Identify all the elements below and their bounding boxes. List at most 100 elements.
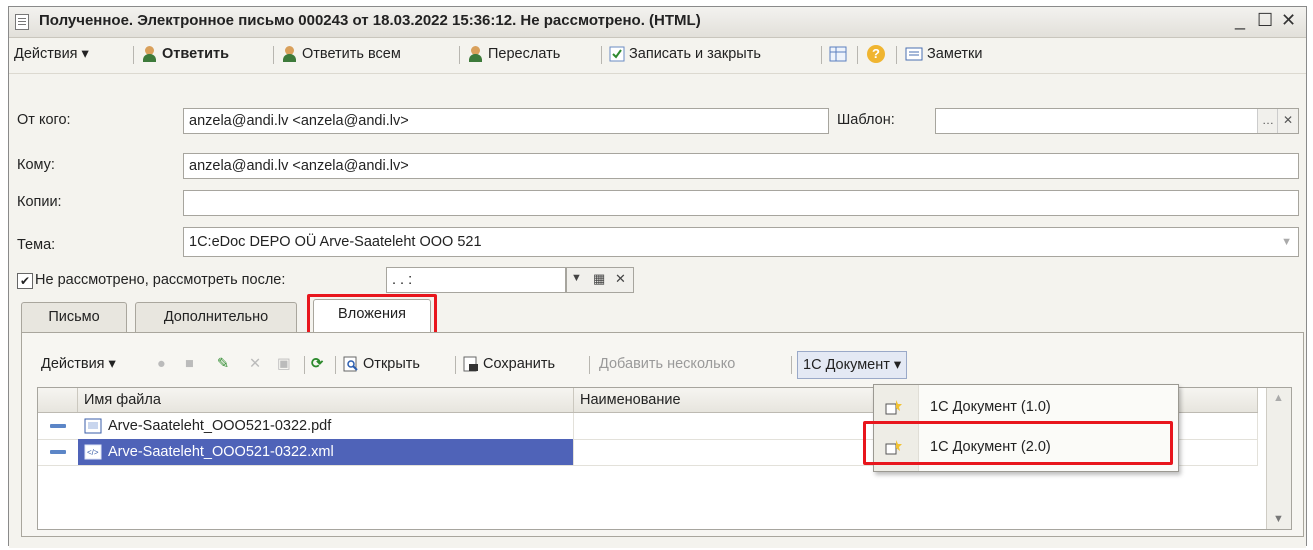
filename-cell-selected: </> Arve-Saateleht_OOO521-0322.xml (78, 439, 574, 465)
subject-value: 1C:eDoc DEPO OÜ Arve-Saateleht OOO 521 (189, 234, 482, 250)
attachments-actions-button[interactable]: Действия ▾ (41, 353, 116, 375)
filename-text: Arve-Saateleht_OOO521-0322.xml (108, 444, 334, 460)
calendar-icon[interactable]: ▦ (593, 271, 605, 287)
window-title: Полученное. Электронное письмо 000243 от… (39, 12, 701, 29)
edit-icon[interactable]: ✎ (217, 353, 229, 375)
template-select-button[interactable]: … (1257, 109, 1278, 133)
tab-additional[interactable]: Дополнительно (135, 302, 297, 332)
maximize-button[interactable]: ☐ (1257, 10, 1273, 31)
reply-button[interactable]: Ответить (141, 43, 229, 65)
toolbar-separator (589, 356, 590, 374)
forward-button[interactable]: Переслать (467, 43, 560, 65)
refresh-icon[interactable]: ⟳ (311, 353, 323, 375)
delete-icon[interactable]: ✕ (249, 353, 261, 375)
menu-item-label: 1С Документ (2.0) (930, 439, 1051, 455)
help-icon: ? (867, 45, 885, 64)
row-marker-icon (50, 424, 66, 428)
copy-icon[interactable]: ■ (185, 353, 194, 375)
xml-file-icon: </> (84, 444, 102, 460)
help-button[interactable]: ? (867, 43, 885, 65)
menu-item-label: 1С Документ (1.0) (930, 399, 1051, 415)
to-label: Кому: (17, 157, 55, 173)
subject-label: Тема: (17, 237, 56, 253)
open-label: Открыть (363, 356, 420, 372)
scroll-up-icon[interactable]: ▲ (1273, 392, 1284, 404)
row-marker-icon (50, 450, 66, 454)
main-toolbar: Действия ▾ Ответить Ответить всем Пересл… (9, 39, 1306, 69)
save-close-label: Записать и закрыть (629, 46, 761, 62)
attachments-toolbar: Действия ▾ ● ■ ✎ ✕ ▣ ⟳ Открыть Сохранить… (9, 349, 1109, 379)
from-field[interactable]: anzela@andi.lv <anzela@andi.lv> (183, 108, 829, 134)
open-button[interactable]: Открыть (343, 353, 420, 375)
toolbar-separator (857, 46, 858, 64)
actions-menu-button[interactable]: Действия ▾ (14, 43, 89, 65)
table-icon (829, 46, 847, 62)
subject-field[interactable]: 1C:eDoc DEPO OÜ Arve-Saateleht OOO 521 ▼ (183, 227, 1299, 257)
template-clear-button[interactable]: ✕ (1277, 109, 1298, 133)
notes-icon (905, 47, 923, 61)
save-close-button[interactable]: Записать и закрыть (609, 43, 761, 65)
save-label: Сохранить (483, 356, 556, 372)
open-icon (343, 356, 358, 372)
menu-item-doc-1c-v2[interactable]: 1С Документ (2.0) (874, 427, 1178, 467)
tab-attachments[interactable]: Вложения (313, 299, 431, 333)
table-view-button[interactable] (829, 43, 847, 65)
toolbar-separator (459, 46, 460, 64)
minimize-button[interactable]: _ (1235, 10, 1245, 31)
cc-label: Копии: (17, 194, 62, 210)
toolbar-separator (273, 46, 274, 64)
scroll-down-icon[interactable]: ▼ (1273, 513, 1284, 525)
add-icon[interactable]: ● (157, 353, 166, 375)
close-button[interactable]: ✕ (1281, 10, 1296, 31)
reply-label: Ответить (162, 46, 230, 62)
review-clear-icon[interactable]: ✕ (615, 271, 626, 287)
email-window: Полученное. Электронное письмо 000243 от… (8, 6, 1307, 548)
template-label: Шаблон: (837, 112, 895, 128)
toolbar-separator (791, 356, 792, 374)
notes-label: Заметки (927, 46, 983, 62)
review-dropdown-icon[interactable]: ▼ (571, 272, 582, 284)
tab-letter[interactable]: Письмо (21, 302, 127, 332)
menu-item-doc-1c-v1[interactable]: 1С Документ (1.0) (874, 387, 1178, 427)
reply-icon (141, 45, 159, 63)
title-bar: Полученное. Электронное письмо 000243 от… (9, 7, 1306, 38)
document-icon (15, 14, 29, 30)
template-field[interactable]: … ✕ (935, 108, 1299, 134)
toolbar-separator (601, 46, 602, 64)
doc-1c-icon (885, 400, 902, 415)
notes-button[interactable]: Заметки (905, 43, 983, 65)
doc-1c-dropdown-button[interactable]: 1С Документ ▾ (797, 351, 908, 379)
review-checkbox[interactable]: ✔ (17, 273, 33, 289)
toolbar-separator (821, 46, 822, 64)
reply-all-icon (281, 45, 299, 63)
table-scrollbar[interactable]: ▲ ▼ (1266, 388, 1291, 529)
cc-field[interactable] (183, 190, 1299, 216)
forward-icon (467, 45, 485, 63)
toolbar-separator (455, 356, 456, 374)
save-close-icon (609, 46, 625, 62)
toolbar-separator (335, 356, 336, 374)
svg-text:</>: </> (87, 448, 99, 457)
reply-all-label: Ответить всем (302, 46, 401, 62)
header-filename[interactable]: Имя файла (78, 388, 574, 412)
filename-cell: Arve-Saateleht_OOO521-0322.pdf (78, 413, 574, 439)
reply-all-button[interactable]: Ответить всем (281, 43, 401, 65)
toolbar-separator (304, 356, 305, 374)
toolbar-separator (896, 46, 897, 64)
doc-1c-icon (885, 440, 902, 455)
disk-icon[interactable]: ▣ (277, 353, 291, 375)
doc-1c-dropdown-menu: 1С Документ (1.0) 1С Документ (2.0) (873, 384, 1179, 472)
pdf-file-icon (84, 418, 102, 434)
add-several-button[interactable]: Добавить несколько (599, 353, 735, 375)
forward-label: Переслать (488, 46, 561, 62)
review-date-buttons: ▼ ▦ ✕ (566, 267, 634, 293)
review-label: Не рассмотрено, рассмотреть после: (35, 272, 286, 288)
review-date-field[interactable]: . . : (386, 267, 566, 293)
save-attachment-button[interactable]: Сохранить (463, 353, 555, 375)
toolbar-separator (133, 46, 134, 64)
save-icon (463, 356, 478, 372)
from-label: От кого: (17, 112, 71, 128)
filename-text: Arve-Saateleht_OOO521-0322.pdf (108, 418, 332, 434)
to-field[interactable]: anzela@andi.lv <anzela@andi.lv> (183, 153, 1299, 179)
subject-dropdown-icon[interactable]: ▼ (1281, 228, 1292, 256)
